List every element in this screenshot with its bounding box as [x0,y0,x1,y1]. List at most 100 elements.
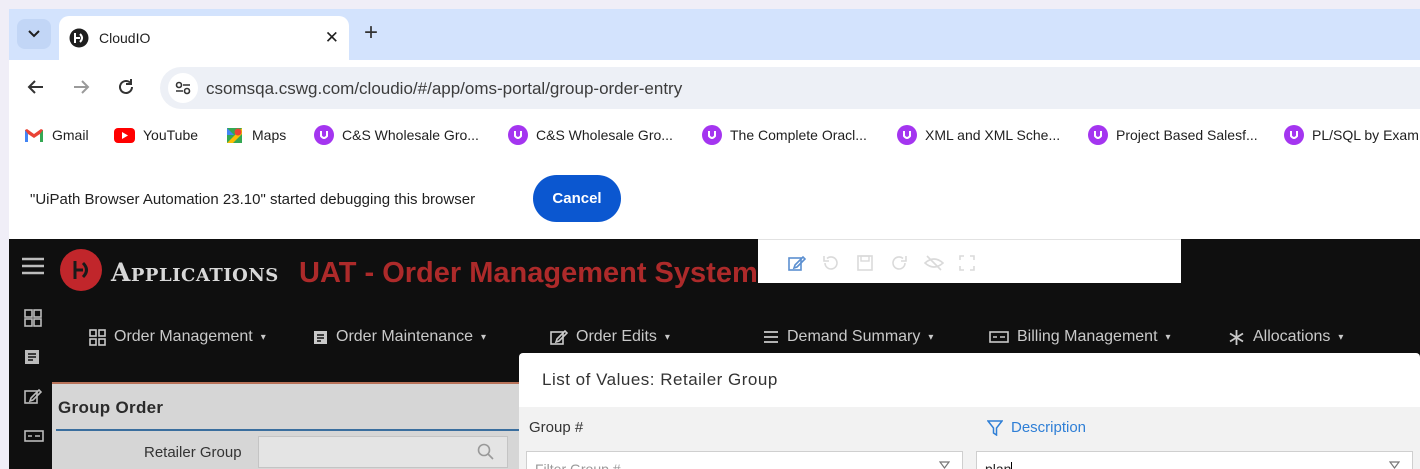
grid-icon [89,328,106,346]
tab-search-button[interactable] [17,19,51,49]
arrow-right-icon [74,80,90,94]
filter-dropdown-icon[interactable] [939,461,950,469]
bookmark-label: YouTube [143,127,199,143]
menu-label: Allocations [1253,328,1331,345]
oracle-u-icon [1088,125,1108,145]
list-icon [763,330,779,344]
oms-app: Applications UAT - Order Management Syst… [9,239,1420,469]
caret-down-icon: ▾ [260,331,266,343]
tune-icon [175,81,191,95]
oracle-u-icon [702,125,722,145]
bookmarks-bar: Gmail YouTube Maps C&S Wholesale Gro... … [9,118,1420,152]
menu-order-management[interactable]: Order Management ▾ [89,328,266,346]
group-order-panel: Group Order Retailer Group [52,382,532,469]
hide-icon[interactable] [924,254,944,272]
menu-order-maintenance[interactable]: Order Maintenance ▾ [313,328,486,346]
arrow-left-icon [27,80,43,94]
billing-icon [989,331,1009,343]
menu-label: Order Maintenance [336,328,473,345]
record-edit-toolbar [758,239,1181,283]
bookmark-project-salesforce[interactable]: Project Based Salesf... [1088,125,1258,145]
browser-tab-cloudio[interactable]: CloudIO ✕ [59,16,349,60]
debugging-infobar: "UiPath Browser Automation 23.10" starte… [9,152,1420,239]
bookmark-label: Project Based Salesf... [1116,127,1258,143]
bookmark-gmail[interactable]: Gmail [24,125,89,145]
undo-icon[interactable] [822,254,840,272]
retailer-group-input[interactable] [258,436,508,468]
asterisk-icon [1228,329,1245,346]
menu-label: Order Edits [576,328,657,345]
oracle-u-icon [508,125,528,145]
chevron-down-icon [28,30,40,38]
retailer-group-label: Retailer Group [144,444,242,461]
filter-description-input[interactable]: plan [976,451,1413,469]
cancel-debugging-button[interactable]: Cancel [533,175,621,222]
app-title: UAT - Order Management System [299,257,758,289]
lov-title: List of Values: Retailer Group [542,370,778,389]
fullscreen-icon[interactable] [958,254,976,272]
menu-billing-management[interactable]: Billing Management ▾ [989,328,1171,346]
gmail-icon [24,128,44,143]
bookmark-label: Maps [252,127,287,143]
browser-toolbar: csomsqa.cswg.com/cloudio/#/app/oms-porta… [9,60,1420,118]
caret-down-icon: ▾ [928,331,934,343]
bookmark-xml-schema[interactable]: XML and XML Sche... [897,125,1060,145]
sidebar-billing-icon[interactable] [24,430,44,442]
menu-label: Billing Management [1017,328,1158,345]
browser-tabstrip: CloudIO ✕ + [9,9,1420,60]
menu-demand-summary[interactable]: Demand Summary ▾ [763,328,933,346]
menu-label: Order Management [114,328,253,345]
redo-icon[interactable] [890,254,908,272]
bookmark-label: C&S Wholesale Gro... [342,127,479,143]
url-text: csomsqa.cswg.com/cloudio/#/app/oms-porta… [206,79,683,98]
menu-label: Demand Summary [787,328,921,345]
forward-button[interactable] [72,78,90,96]
bookmark-maps[interactable]: Maps [225,125,286,145]
bookmark-label: Gmail [52,127,89,143]
maps-icon [225,126,244,145]
tab-close-icon[interactable]: ✕ [325,28,339,48]
column-header-label: Description [1011,419,1087,436]
company-logo-icon [60,249,102,291]
bookmark-label: The Complete Oracl... [730,127,867,143]
bookmark-plsql[interactable]: PL/SQL by Exam [1284,125,1419,145]
infobar-message: "UiPath Browser Automation 23.10" starte… [30,191,476,208]
tab-title: CloudIO [99,30,151,46]
lov-modal-retailer-group: List of Values: Retailer Group Group # D… [519,353,1420,469]
edit-icon[interactable] [788,254,806,272]
bookmark-cs-wholesale-1[interactable]: C&S Wholesale Gro... [314,125,479,145]
bookmark-label: XML and XML Sche... [925,127,1061,143]
youtube-icon [114,127,135,143]
column-header-description[interactable]: Description [987,419,1086,436]
bookmark-label: C&S Wholesale Gro... [536,127,673,143]
form-icon [313,330,328,345]
menu-order-edits[interactable]: Order Edits ▾ [550,328,670,346]
filter-icon [987,419,1003,436]
sidebar-edit-icon[interactable] [24,387,42,405]
caret-down-icon: ▾ [480,331,486,343]
column-header-group[interactable]: Group # [529,419,583,436]
filter-group-placeholder: Filter Group # [535,461,621,469]
back-button[interactable] [27,78,45,96]
hamburger-menu-icon[interactable] [22,257,44,275]
caret-down-icon: ▾ [1338,331,1344,343]
new-tab-button[interactable]: + [364,21,378,45]
filter-dropdown-icon[interactable] [1389,461,1400,469]
bookmark-complete-oracle[interactable]: The Complete Oracl... [702,125,867,145]
panel-divider [56,429,526,431]
edit-icon [550,328,568,346]
bookmark-cs-wholesale-2[interactable]: C&S Wholesale Gro... [508,125,673,145]
site-info-button[interactable] [168,73,198,103]
lov-table-header: Group # Description Filter Group # plan [519,407,1420,469]
address-bar[interactable]: csomsqa.cswg.com/cloudio/#/app/oms-porta… [160,67,1420,109]
save-icon[interactable] [856,254,874,272]
search-icon[interactable] [477,443,494,460]
filter-description-value: plan [985,461,1012,469]
bookmark-youtube[interactable]: YouTube [114,125,198,145]
menu-allocations[interactable]: Allocations ▾ [1228,328,1343,346]
reload-button[interactable] [117,78,135,96]
main-menubar: Order Management ▾ Order Maintenance ▾ O… [9,323,1420,353]
oracle-u-icon [314,125,334,145]
group-order-title: Group Order [58,398,164,417]
filter-group-input[interactable]: Filter Group # [526,451,963,469]
